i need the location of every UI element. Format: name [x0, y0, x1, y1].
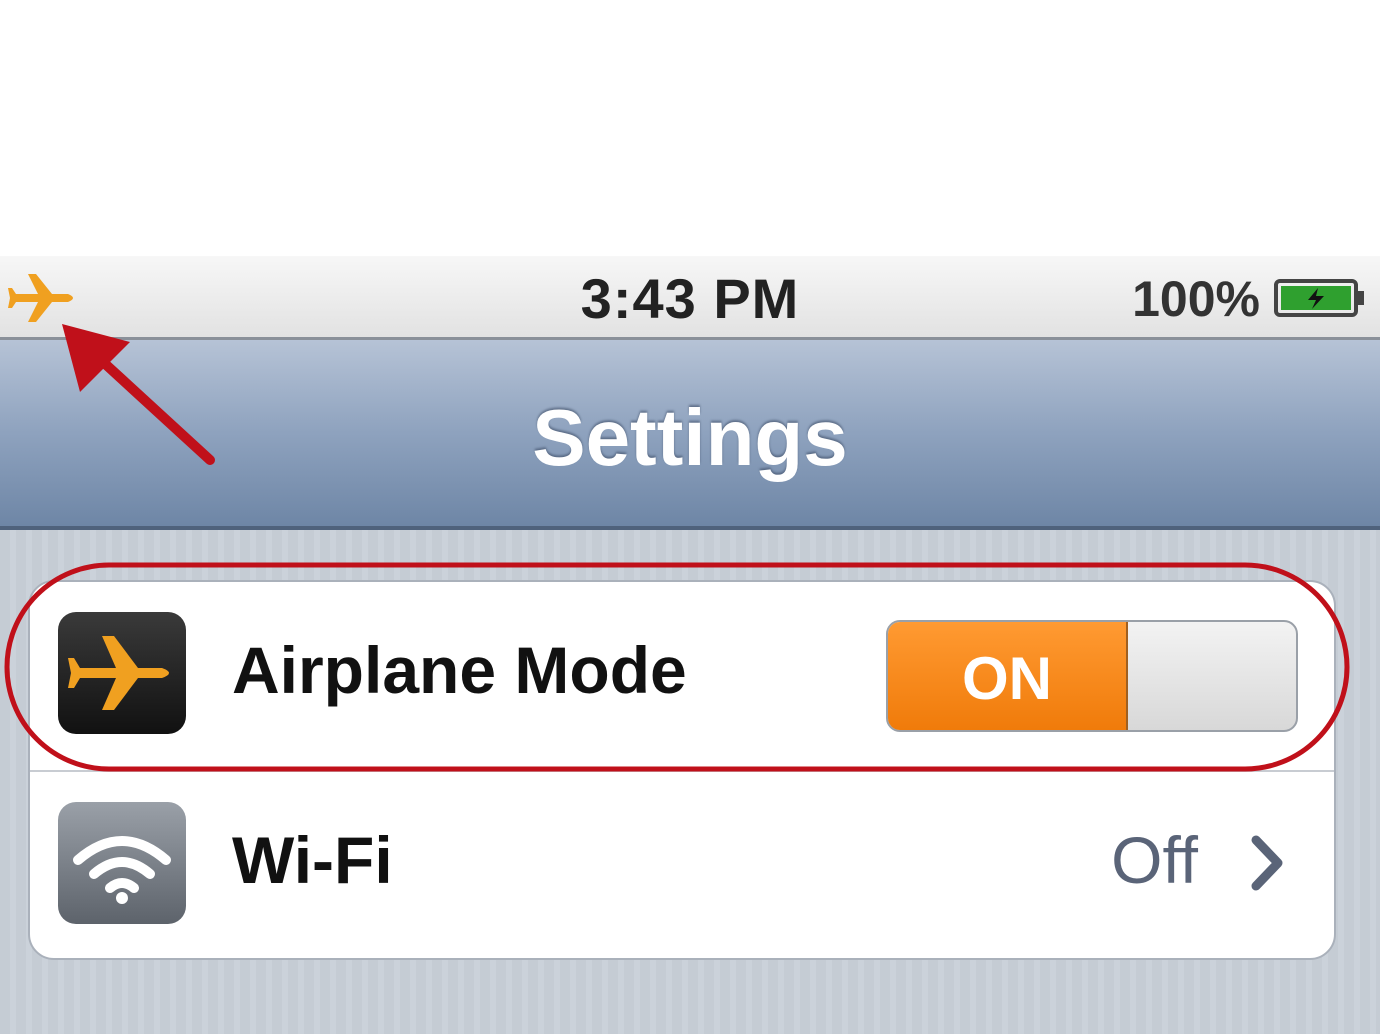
chevron-right-icon [1251, 835, 1283, 891]
settings-content: Airplane Mode ON Wi-Fi Off [0, 530, 1380, 1034]
wifi-icon [73, 836, 171, 904]
wifi-status-value: Off [1111, 823, 1198, 897]
settings-group: Airplane Mode ON Wi-Fi Off [28, 580, 1336, 960]
airplane-mode-label: Airplane Mode [232, 633, 687, 707]
page-title: Settings [532, 393, 848, 482]
toggle-on-label: ON [962, 645, 1052, 712]
navigation-bar: Settings [0, 340, 1380, 530]
settings-row-wifi[interactable]: Wi-Fi Off [30, 772, 1334, 958]
airplane-mode-toggle[interactable]: ON [886, 620, 1298, 732]
settings-row-airplane-mode: Airplane Mode ON [30, 582, 1334, 772]
wifi-label: Wi-Fi [232, 823, 393, 897]
airplane-mode-app-icon [58, 612, 186, 734]
battery-percentage: 100% [1132, 271, 1260, 327]
battery-icon [1274, 279, 1364, 317]
wifi-app-icon [58, 802, 186, 924]
screenshot: 3:43 PM 100% Settings Airplane Mode ON W… [0, 0, 1380, 1034]
airplane-icon [68, 636, 169, 710]
status-bar: 3:43 PM 100% [0, 256, 1380, 340]
